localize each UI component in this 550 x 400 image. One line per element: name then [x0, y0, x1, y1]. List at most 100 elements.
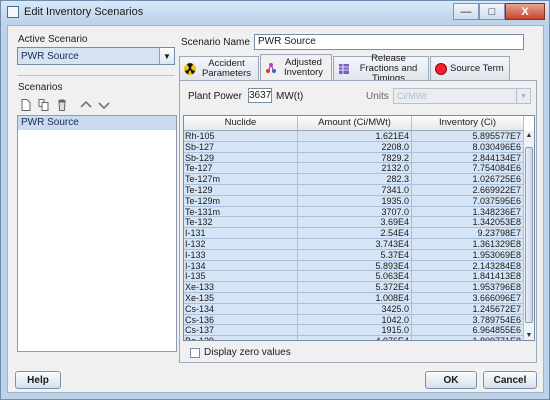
- table-row[interactable]: Te-129 7341.0 2.669922E7: [184, 184, 524, 196]
- table-row[interactable]: Te-127 2132.0 7.754084E6: [184, 163, 524, 175]
- table-cell[interactable]: Te-131m: [184, 206, 298, 217]
- tab-accident-parameters[interactable]: Accident Parameters: [179, 56, 259, 80]
- table-row[interactable]: Xe-133 5.372E4 1.953796E8: [184, 282, 524, 293]
- title-bar[interactable]: Edit Inventory Scenarios — □ X: [1, 1, 549, 23]
- table-cell[interactable]: I-133: [184, 249, 298, 260]
- table-row[interactable]: Cs-134 3425.0 1.245672E7: [184, 303, 524, 315]
- table-cell[interactable]: 1.809771E8: [412, 336, 524, 340]
- table-cell[interactable]: I-135: [184, 271, 298, 282]
- table-cell[interactable]: 3.666096E7: [412, 292, 524, 303]
- table-cell[interactable]: 5.895577E7: [412, 131, 524, 141]
- column-header-inventory[interactable]: Inventory (Ci): [412, 116, 524, 130]
- display-zero-checkbox[interactable]: Display zero values: [190, 347, 291, 358]
- table-row[interactable]: Sb-129 7829.2 2.844134E7: [184, 152, 524, 164]
- table-cell[interactable]: 2.669922E7: [412, 184, 524, 195]
- table-cell[interactable]: 1915.0: [298, 325, 412, 336]
- table-cell[interactable]: Rh-105: [184, 131, 298, 141]
- table-cell[interactable]: 3707.0: [298, 206, 412, 217]
- table-row[interactable]: I-133 5.37E4 1.953069E8: [184, 249, 524, 261]
- table-cell[interactable]: 1042.0: [298, 314, 412, 325]
- table-cell[interactable]: 1.841413E8: [412, 271, 524, 282]
- table-row[interactable]: Te-131m 3707.0 1.348236E7: [184, 206, 524, 218]
- vertical-scrollbar[interactable]: ▲ ▼: [523, 131, 534, 340]
- scenario-name-field[interactable]: PWR Source: [254, 34, 524, 50]
- scroll-up-icon[interactable]: ▲: [524, 131, 534, 141]
- table-row[interactable]: Cs-137 1915.0 6.964855E6: [184, 325, 524, 337]
- table-row[interactable]: Te-132 3.69E4 1.342053E8: [184, 217, 524, 229]
- table-cell[interactable]: 2208.0: [298, 141, 412, 152]
- table-cell[interactable]: 8.030496E6: [412, 141, 524, 152]
- table-cell[interactable]: 1.953069E8: [412, 249, 524, 260]
- table-cell[interactable]: Te-127: [184, 163, 298, 174]
- table-cell[interactable]: I-132: [184, 238, 298, 249]
- table-row[interactable]: Rh-105 1.621E4 5.895577E7: [184, 131, 524, 142]
- units-dropdown[interactable]: Ci/MWt ▼: [393, 88, 531, 104]
- chevron-up-icon[interactable]: [79, 98, 92, 111]
- table-cell[interactable]: 1.008E4: [298, 292, 412, 303]
- table-cell[interactable]: 2.844134E7: [412, 152, 524, 163]
- table-row[interactable]: Xe-135 1.008E4 3.666096E7: [184, 292, 524, 304]
- table-cell[interactable]: I-134: [184, 260, 298, 271]
- table-cell[interactable]: Xe-133: [184, 282, 298, 292]
- table-row[interactable]: Te-127m 282.3 1.026725E6: [184, 174, 524, 185]
- table-cell[interactable]: 1.342053E8: [412, 217, 524, 228]
- table-cell[interactable]: 1.245672E7: [412, 303, 524, 314]
- table-row[interactable]: I-135 5.063E4 1.841413E8: [184, 271, 524, 283]
- table-cell[interactable]: Te-127m: [184, 174, 298, 184]
- table-cell[interactable]: 5.063E4: [298, 271, 412, 282]
- scroll-down-icon[interactable]: ▼: [524, 331, 534, 340]
- list-item[interactable]: PWR Source: [18, 116, 176, 130]
- scrollbar-thumb[interactable]: [525, 147, 533, 323]
- table-cell[interactable]: 2.54E4: [298, 228, 412, 238]
- chevron-down-icon[interactable]: ▼: [516, 89, 530, 103]
- table-cell[interactable]: Te-129m: [184, 195, 298, 206]
- table-cell[interactable]: Cs-134: [184, 303, 298, 314]
- table-cell[interactable]: 3.789754E6: [412, 314, 524, 325]
- table-cell[interactable]: 5.372E4: [298, 282, 412, 292]
- table-cell[interactable]: 7341.0: [298, 184, 412, 195]
- table-cell[interactable]: 7.754084E6: [412, 163, 524, 174]
- maximize-button[interactable]: □: [479, 3, 505, 20]
- table-cell[interactable]: Cs-137: [184, 325, 298, 336]
- help-button[interactable]: Help: [15, 371, 61, 389]
- table-cell[interactable]: Te-132: [184, 217, 298, 228]
- table-row[interactable]: Cs-136 1042.0 3.789754E6: [184, 314, 524, 326]
- tab-release-fractions[interactable]: Release Fractions and Timings: [333, 53, 429, 83]
- table-cell[interactable]: Ba-139: [184, 336, 298, 340]
- table-row[interactable]: Ba-1394.976E41.809771E8: [184, 336, 524, 340]
- ok-button[interactable]: OK: [425, 371, 477, 389]
- table-cell[interactable]: 6.964855E6: [412, 325, 524, 336]
- table-cell[interactable]: 1.361329E8: [412, 238, 524, 249]
- chevron-down-icon[interactable]: ▼: [159, 48, 174, 64]
- table-row[interactable]: Sb-127 2208.0 8.030496E6: [184, 141, 524, 153]
- table-cell[interactable]: 2.143284E8: [412, 260, 524, 271]
- table-cell[interactable]: 1.953796E8: [412, 282, 524, 292]
- table-cell[interactable]: 2132.0: [298, 163, 412, 174]
- table-cell[interactable]: 3425.0: [298, 303, 412, 314]
- table-row[interactable]: I-131 2.54E4 9.23798E7: [184, 228, 524, 239]
- tab-adjusted-inventory[interactable]: Adjusted Inventory: [260, 54, 332, 80]
- table-cell[interactable]: 1.348236E7: [412, 206, 524, 217]
- table-cell[interactable]: 7.037595E6: [412, 195, 524, 206]
- close-button[interactable]: X: [505, 3, 545, 20]
- table-row[interactable]: I-134 5.893E4 2.143284E8: [184, 260, 524, 272]
- table-cell[interactable]: Sb-129: [184, 152, 298, 163]
- chevron-down-icon[interactable]: [97, 98, 110, 111]
- table-cell[interactable]: Cs-136: [184, 314, 298, 325]
- minimize-button[interactable]: —: [453, 3, 479, 20]
- column-header-nuclide[interactable]: Nuclide: [184, 116, 298, 130]
- new-document-icon[interactable]: [19, 98, 32, 111]
- table-cell[interactable]: 7829.2: [298, 152, 412, 163]
- table-cell[interactable]: 1.621E4: [298, 131, 412, 141]
- table-cell[interactable]: Te-129: [184, 184, 298, 195]
- table-cell[interactable]: 4.976E4: [298, 336, 412, 340]
- table-cell[interactable]: 5.37E4: [298, 249, 412, 260]
- plant-power-field[interactable]: 3637: [248, 88, 272, 103]
- column-header-amount[interactable]: Amount (Ci/MWt): [298, 116, 412, 130]
- copy-icon[interactable]: [37, 98, 50, 111]
- trash-icon[interactable]: [55, 98, 68, 111]
- tab-source-term[interactable]: Source Term: [430, 56, 510, 80]
- table-row[interactable]: Te-129m 1935.0 7.037595E6: [184, 195, 524, 207]
- checkbox-box[interactable]: [190, 347, 200, 358]
- table-cell[interactable]: 9.23798E7: [412, 228, 524, 238]
